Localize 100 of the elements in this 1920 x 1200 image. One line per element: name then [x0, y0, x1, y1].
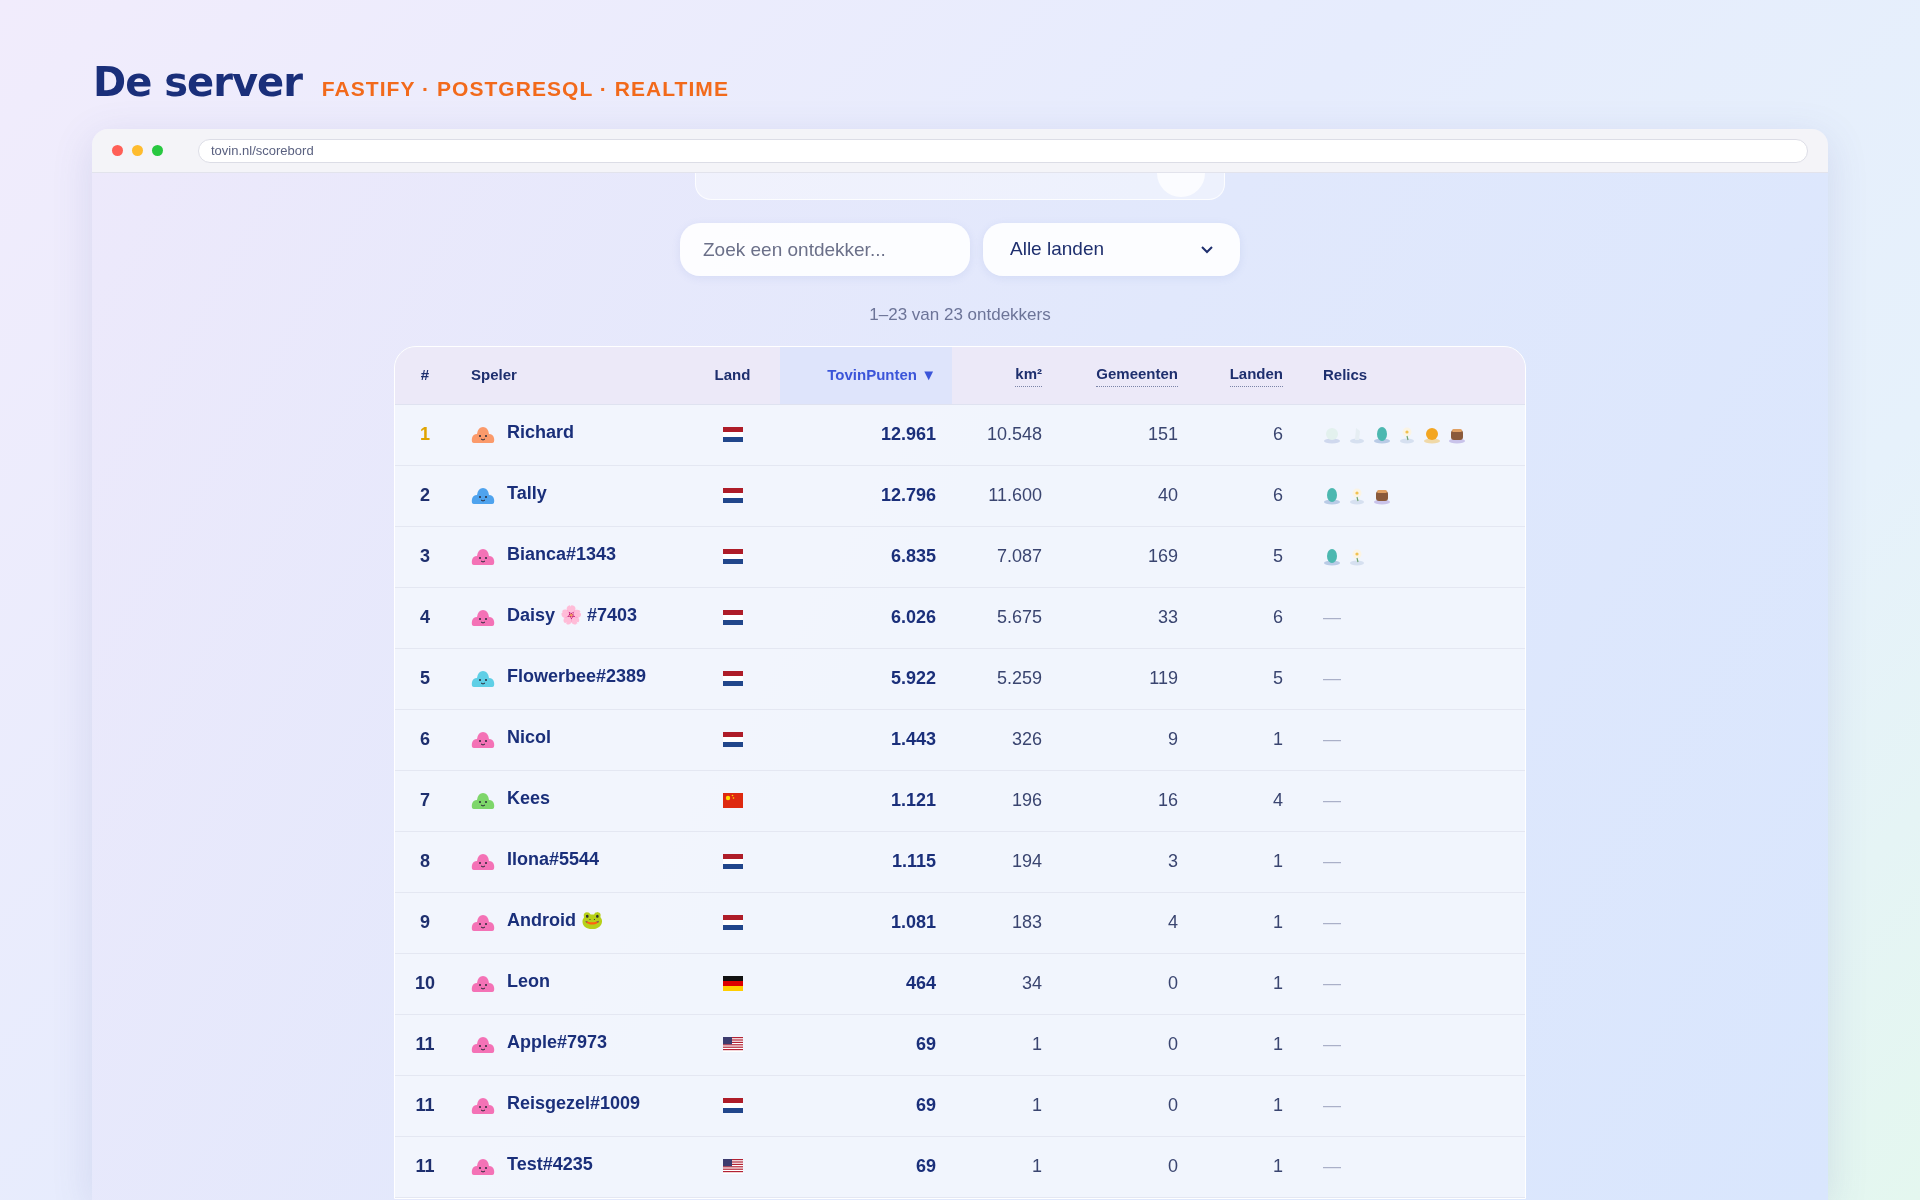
- municipality-count: 16: [1157, 789, 1178, 812]
- area-value: 5.259: [996, 667, 1042, 690]
- points-value: 5.922: [890, 667, 936, 690]
- area-value: 10.548: [986, 423, 1042, 446]
- search-field[interactable]: Zoek een ontdekker...: [680, 223, 970, 276]
- points-value: 6.026: [890, 606, 936, 629]
- flag-icon: [722, 610, 743, 625]
- rank-number: 11: [415, 1033, 435, 1056]
- player-name: Leon: [507, 970, 550, 993]
- country-count: 1: [1273, 1094, 1283, 1117]
- flag-icon: [722, 549, 743, 564]
- municipality-count: 40: [1157, 484, 1178, 507]
- points-value: 1.121: [890, 789, 936, 812]
- player-name: Richard: [507, 421, 575, 444]
- country-count: 1: [1273, 972, 1283, 995]
- player-name: Test#4235: [507, 1153, 593, 1176]
- municipality-count: 9: [1168, 728, 1178, 751]
- empty-dash: —: [1323, 850, 1341, 873]
- player-name: Ilona#5544: [507, 848, 600, 871]
- municipality-count: 0: [1168, 1033, 1178, 1056]
- points-value: 12.961: [880, 423, 936, 446]
- country-count: 1: [1273, 1033, 1283, 1056]
- relic-icon: [1323, 425, 1341, 444]
- points-value: 69: [915, 1094, 936, 1117]
- player-name: Apple#7973: [507, 1031, 608, 1054]
- area-value: 34: [1021, 972, 1042, 995]
- points-value: 1.081: [890, 911, 936, 934]
- player-name: Flowerbee#2389: [507, 665, 647, 688]
- column-header[interactable]: Speler: [471, 363, 517, 387]
- player-name: Bianca#1343: [507, 543, 617, 566]
- rank-number: 4: [420, 606, 430, 629]
- country-count: 5: [1273, 545, 1283, 568]
- result-count: 1–23 van 23 ontdekkers: [869, 304, 1051, 326]
- rank-number: 6: [420, 728, 430, 751]
- country-count: 1: [1273, 1155, 1283, 1178]
- flag-icon: [722, 1098, 743, 1113]
- flag-icon: [722, 1159, 743, 1174]
- points-value: 1.443: [890, 728, 936, 751]
- points-value: 12.796: [880, 484, 936, 507]
- column-header[interactable]: Relics: [1323, 363, 1368, 387]
- empty-dash: —: [1323, 789, 1341, 812]
- round-button[interactable]: [1157, 173, 1205, 197]
- rank-number: 2: [420, 484, 430, 507]
- municipality-count: 4: [1168, 911, 1178, 934]
- relic-icon: [1398, 425, 1416, 444]
- chevron-down-icon: [1201, 245, 1213, 254]
- column-header[interactable]: Land: [714, 363, 751, 387]
- area-value: 7.087: [996, 545, 1042, 568]
- player-name: Reisgezel#1009: [507, 1092, 641, 1115]
- rank-number: 5: [420, 667, 430, 690]
- rank-number: 7: [420, 789, 430, 812]
- municipality-count: 0: [1168, 972, 1178, 995]
- relic-icon: [1348, 486, 1366, 505]
- column-header[interactable]: Gemeenten: [1096, 363, 1178, 387]
- country-count: 5: [1273, 667, 1283, 690]
- column-header[interactable]: km²: [1015, 363, 1042, 387]
- page-title: De server: [93, 58, 302, 107]
- player-name: Kees: [507, 787, 551, 810]
- points-value: 69: [915, 1155, 936, 1178]
- points-value: 69: [915, 1033, 936, 1056]
- area-value: 1: [1032, 1033, 1042, 1056]
- points-value: 6.835: [890, 545, 936, 568]
- area-value: 326: [1011, 728, 1042, 751]
- country-select[interactable]: Alle landen: [983, 223, 1240, 276]
- municipality-count: 0: [1168, 1094, 1178, 1117]
- area-value: 196: [1011, 789, 1042, 812]
- flag-icon: [722, 732, 743, 747]
- rank-number: 10: [415, 972, 435, 995]
- column-header[interactable]: Landen: [1229, 363, 1283, 387]
- rank-number: 1: [420, 423, 430, 446]
- area-value: 194: [1011, 850, 1042, 873]
- country-count: 4: [1273, 789, 1283, 812]
- area-value: 11.600: [988, 484, 1042, 507]
- municipality-count: 3: [1168, 850, 1178, 873]
- empty-dash: —: [1323, 972, 1341, 995]
- flag-icon: [722, 854, 743, 869]
- area-value: 1: [1032, 1155, 1042, 1178]
- player-name: Android 🐸: [507, 909, 603, 932]
- municipality-count: 151: [1147, 423, 1178, 446]
- flag-icon: [722, 488, 743, 503]
- country-count: 1: [1273, 911, 1283, 934]
- flag-icon: [722, 427, 743, 442]
- relic-icon: [1323, 547, 1341, 566]
- area-value: 5.675: [996, 606, 1042, 629]
- column-header[interactable]: #: [420, 363, 430, 387]
- relic-icon: [1323, 486, 1341, 505]
- flag-icon: [722, 793, 743, 808]
- empty-dash: —: [1323, 1033, 1341, 1056]
- country-count: 1: [1273, 728, 1283, 751]
- empty-dash: —: [1323, 667, 1341, 690]
- municipality-count: 0: [1168, 1155, 1178, 1178]
- municipality-count: 119: [1149, 667, 1178, 690]
- address-bar[interactable]: tovin.nl/scorebord: [198, 138, 1808, 163]
- area-value: 1: [1032, 1094, 1042, 1117]
- points-value: 464: [905, 972, 936, 995]
- page-subtitle: FASTIFY · POSTGRESQL · REALTIME: [321, 76, 729, 102]
- municipality-count: 33: [1157, 606, 1178, 629]
- country-count: 6: [1273, 423, 1283, 446]
- flag-icon: [722, 976, 743, 991]
- empty-dash: —: [1323, 911, 1341, 934]
